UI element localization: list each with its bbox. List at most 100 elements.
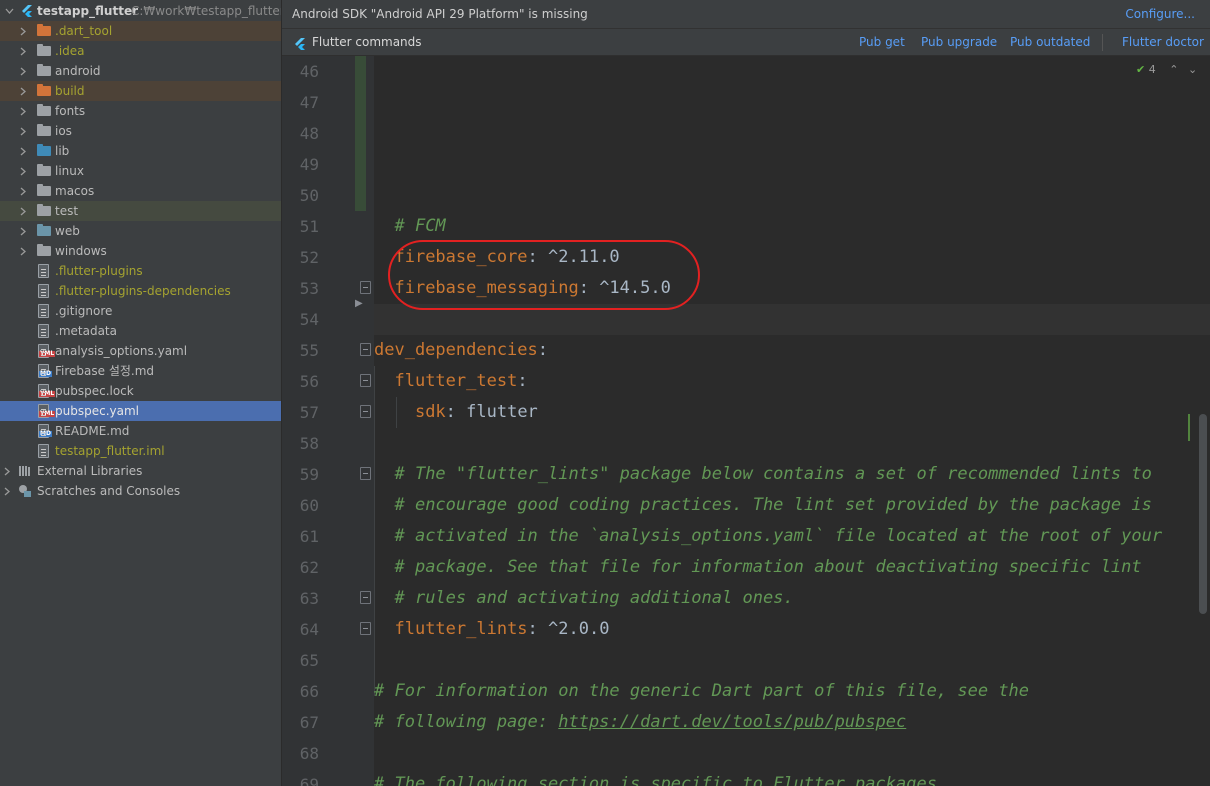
line-number: 67 bbox=[299, 713, 319, 732]
pub-outdated-link[interactable]: Pub outdated bbox=[1010, 29, 1090, 56]
tree-item-fonts[interactable]: fonts bbox=[0, 101, 281, 121]
code-editor[interactable]: 46 47 48 49 50 51 52 53 54 55 56 57 58 5… bbox=[282, 56, 1210, 786]
fold-marker-icon[interactable] bbox=[360, 467, 371, 480]
folder-icon bbox=[37, 144, 51, 156]
fold-marker-icon[interactable] bbox=[360, 374, 371, 387]
yaml-key: flutter_lints bbox=[394, 619, 528, 639]
tree-item-build[interactable]: build bbox=[0, 81, 281, 101]
line-number: 65 bbox=[299, 651, 319, 670]
fold-marker-icon[interactable] bbox=[360, 622, 371, 635]
inspection-count: 4 bbox=[1148, 63, 1156, 76]
tree-item-metadata[interactable]: .metadata bbox=[0, 321, 281, 341]
tree-item-label: ios bbox=[55, 124, 72, 138]
tree-item-external-libraries[interactable]: External Libraries bbox=[0, 461, 281, 481]
flutter-doctor-link[interactable]: Flutter doctor bbox=[1122, 29, 1204, 56]
code-line-61: # activated in the `analysis_options.yam… bbox=[374, 521, 1162, 552]
tree-item-label: Scratches and Consoles bbox=[37, 484, 181, 498]
tree-item-windows[interactable]: windows bbox=[0, 241, 281, 261]
chevron-right-icon[interactable] bbox=[16, 121, 30, 141]
yaml-key: flutter_test bbox=[394, 371, 518, 391]
project-tree-panel: testapp_flutter C:₩work₩testapp_flutter … bbox=[0, 0, 281, 786]
configure-link[interactable]: Configure... bbox=[1125, 0, 1195, 29]
tree-item-pubspec-yaml[interactable]: YML pubspec.yaml bbox=[0, 401, 281, 421]
chevron-right-icon[interactable] bbox=[0, 481, 14, 501]
tree-item-label: .flutter-plugins-dependencies bbox=[55, 284, 231, 298]
toolbar-separator bbox=[1102, 34, 1103, 51]
code-line-66: # For information on the generic Dart pa… bbox=[374, 676, 1029, 707]
tree-item-gitignore[interactable]: .gitignore bbox=[0, 301, 281, 321]
tree-item-iml[interactable]: testapp_flutter.iml bbox=[0, 441, 281, 461]
chevron-right-icon[interactable] bbox=[16, 21, 30, 41]
file-icon bbox=[38, 304, 49, 318]
comment-text: # The "flutter_lints" package below cont… bbox=[394, 464, 1152, 484]
tree-item-lib[interactable]: lib bbox=[0, 141, 281, 161]
pubspec-docs-link[interactable]: https://dart.dev/tools/pub/pubspec bbox=[558, 712, 906, 732]
tree-item-analysis-options[interactable]: YML analysis_options.yaml bbox=[0, 341, 281, 361]
tree-item-web[interactable]: web bbox=[0, 221, 281, 241]
tree-item-ios[interactable]: ios bbox=[0, 121, 281, 141]
markdown-file-icon: MD bbox=[38, 424, 52, 438]
file-icon bbox=[38, 284, 49, 298]
chevron-right-icon[interactable] bbox=[16, 41, 30, 61]
chevron-right-icon[interactable] bbox=[16, 101, 30, 121]
tree-item-linux[interactable]: linux bbox=[0, 161, 281, 181]
chevron-right-icon[interactable] bbox=[16, 81, 30, 101]
chevron-up-icon[interactable]: ⌃ bbox=[1169, 63, 1178, 76]
comment-text: # following page: bbox=[374, 712, 559, 732]
chevron-right-icon[interactable] bbox=[16, 181, 30, 201]
chevron-right-icon[interactable] bbox=[16, 241, 30, 261]
tree-item-android[interactable]: android bbox=[0, 61, 281, 81]
tree-item-flutter-plugins-dependencies[interactable]: .flutter-plugins-dependencies bbox=[0, 281, 281, 301]
line-number: 49 bbox=[299, 155, 319, 174]
chevron-down-icon[interactable]: ⌄ bbox=[1188, 63, 1197, 76]
tree-item-test[interactable]: test bbox=[0, 201, 281, 221]
line-number: 47 bbox=[299, 93, 319, 112]
tree-item-macos[interactable]: macos bbox=[0, 181, 281, 201]
tree-item-label: web bbox=[55, 224, 80, 238]
line-number: 56 bbox=[299, 372, 319, 391]
tree-item-scratches[interactable]: Scratches and Consoles bbox=[0, 481, 281, 501]
yaml-key: sdk bbox=[414, 402, 446, 422]
folder-icon bbox=[37, 184, 51, 196]
chevron-right-icon[interactable] bbox=[16, 201, 30, 221]
chevron-right-icon[interactable] bbox=[0, 461, 14, 481]
tree-item-label: lib bbox=[55, 144, 70, 158]
pub-upgrade-link[interactable]: Pub upgrade bbox=[921, 29, 997, 56]
chevron-down-icon[interactable] bbox=[2, 1, 16, 21]
fold-marker-icon[interactable] bbox=[360, 343, 371, 356]
tree-item-flutter-plugins[interactable]: .flutter-plugins bbox=[0, 261, 281, 281]
folder-icon bbox=[37, 104, 51, 116]
code-line-67: # following page: https://dart.dev/tools… bbox=[374, 707, 906, 738]
tree-item-pubspec-lock[interactable]: YML pubspec.lock bbox=[0, 381, 281, 401]
folder-icon bbox=[37, 44, 51, 56]
code-line-57: sdk: flutter bbox=[374, 397, 538, 428]
pub-get-link[interactable]: Pub get bbox=[859, 29, 905, 56]
line-number: 68 bbox=[299, 744, 319, 763]
fold-marker-icon[interactable] bbox=[360, 591, 371, 604]
tree-item-dart-tool[interactable]: .dart_tool bbox=[0, 21, 281, 41]
chevron-right-icon[interactable] bbox=[16, 161, 30, 181]
chevron-right-icon[interactable] bbox=[16, 141, 30, 161]
tree-item-label: build bbox=[55, 84, 85, 98]
code-line-51: # FCM bbox=[374, 211, 445, 242]
tree-root-row[interactable]: testapp_flutter C:₩work₩testapp_flutter bbox=[0, 1, 281, 21]
line-number: 52 bbox=[299, 248, 319, 267]
chevron-right-icon[interactable] bbox=[16, 221, 30, 241]
comment-text: # The following section is specific to F… bbox=[374, 774, 948, 786]
yaml-value: : flutter bbox=[445, 402, 538, 422]
tree-item-firebase-md[interactable]: MD Firebase 설정.md bbox=[0, 361, 281, 381]
line-number: 53 bbox=[299, 279, 319, 298]
tree-item-label: linux bbox=[55, 164, 84, 178]
inspection-widget[interactable]: ✔ 4 ⌃ ⌄ bbox=[1136, 63, 1197, 76]
tree-item-readme[interactable]: MD README.md bbox=[0, 421, 281, 441]
yaml-file-icon: YML bbox=[38, 404, 56, 418]
folder-icon bbox=[37, 164, 51, 176]
tree-item-label: analysis_options.yaml bbox=[55, 344, 188, 358]
tree-item-idea[interactable]: .idea bbox=[0, 41, 281, 61]
vertical-scrollbar[interactable] bbox=[1199, 414, 1207, 614]
fold-marker-icon[interactable] bbox=[360, 281, 371, 294]
scratches-icon bbox=[18, 484, 33, 498]
chevron-right-icon[interactable] bbox=[16, 61, 30, 81]
vcs-change-marker[interactable] bbox=[355, 56, 366, 211]
fold-marker-icon[interactable] bbox=[360, 405, 371, 418]
